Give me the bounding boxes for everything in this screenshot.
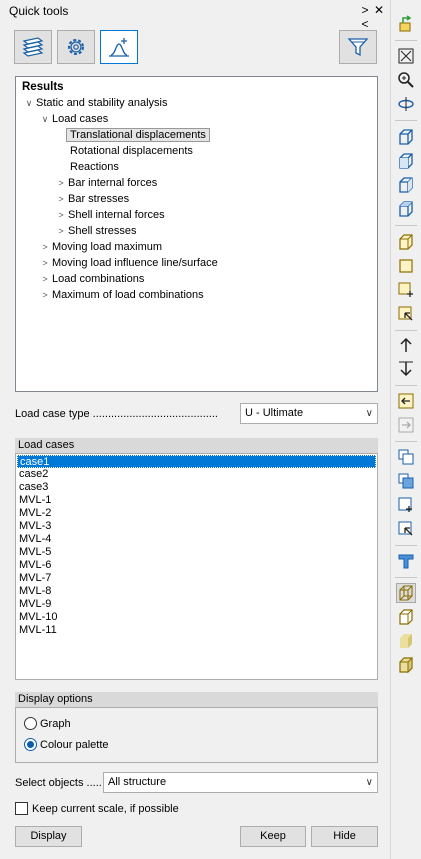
- load-case-type-label: Load case type .........................…: [15, 408, 218, 420]
- list-item[interactable]: MVL-7: [17, 572, 376, 585]
- view-3d-icon[interactable]: [396, 127, 416, 147]
- chevron-right-icon[interactable]: >: [38, 239, 52, 255]
- copy-icon[interactable]: [396, 447, 416, 467]
- results-graph-button[interactable]: [100, 30, 138, 64]
- list-item[interactable]: MVL-2: [17, 507, 376, 520]
- layers-button[interactable]: [14, 30, 52, 64]
- chevron-right-icon[interactable]: >: [38, 255, 52, 271]
- tree-node-max-load-combinations[interactable]: > Maximum of load combinations: [38, 287, 203, 303]
- chevron-down-icon[interactable]: ∨: [38, 111, 52, 127]
- tree-node-load-cases[interactable]: ∨ Load cases: [38, 111, 109, 127]
- arrow-down-icon[interactable]: [396, 359, 416, 379]
- tree-item-translational[interactable]: Translational displacements: [66, 127, 210, 143]
- previous-icon[interactable]: [396, 391, 416, 411]
- section-icon[interactable]: [396, 551, 416, 571]
- list-item[interactable]: case1: [17, 455, 376, 468]
- select-window-icon[interactable]: [396, 519, 416, 539]
- display-options-header: Display options: [15, 692, 378, 707]
- title-controls: >< ✕: [360, 3, 384, 31]
- fit-view-icon[interactable]: [396, 46, 416, 66]
- quick-tools-panel: Quick tools >< ✕ Results ∨ Static and st…: [0, 0, 390, 859]
- graph-radio[interactable]: Graph: [24, 717, 71, 730]
- list-item[interactable]: MVL-3: [17, 520, 376, 533]
- chevron-right-icon[interactable]: >: [54, 191, 68, 207]
- chevron-right-icon[interactable]: >: [54, 175, 68, 191]
- filter-button[interactable]: [339, 30, 377, 64]
- tree-node-bar-internal-forces[interactable]: > Bar internal forces: [54, 175, 157, 191]
- tree-root-results[interactable]: Results: [22, 79, 64, 95]
- chevron-right-icon[interactable]: >: [38, 271, 52, 287]
- keep-button[interactable]: Keep: [240, 826, 306, 847]
- tree-node-bar-stresses[interactable]: > Bar stresses: [54, 191, 129, 207]
- list-item[interactable]: MVL-8: [17, 585, 376, 598]
- zoom-icon[interactable]: [396, 70, 416, 90]
- layers-icon: [22, 37, 44, 57]
- tree-item-rotational[interactable]: Rotational displacements: [70, 143, 193, 159]
- view-xy-icon[interactable]: [396, 199, 416, 219]
- cube-yellow-icon[interactable]: [396, 232, 416, 252]
- export-icon[interactable]: [396, 14, 416, 34]
- copy-filled-icon[interactable]: [396, 471, 416, 491]
- list-item[interactable]: MVL-4: [17, 533, 376, 546]
- list-item[interactable]: MVL-5: [17, 546, 376, 559]
- chevron-down-icon: ∨: [365, 777, 373, 788]
- settings-button[interactable]: [57, 30, 95, 64]
- right-toolbar: [390, 0, 421, 859]
- tree-node-moving-load-max[interactable]: > Moving load maximum: [38, 239, 162, 255]
- dock-toggle-icon[interactable]: ><: [360, 3, 370, 31]
- wireframe-icon[interactable]: [396, 583, 416, 603]
- display-options-group: Graph Colour palette: [15, 707, 378, 763]
- tree-node-load-combinations[interactable]: > Load combinations: [38, 271, 144, 287]
- list-item[interactable]: case3: [17, 481, 376, 494]
- square-yellow-icon[interactable]: [396, 256, 416, 276]
- select-frame-icon[interactable]: [396, 304, 416, 324]
- list-item[interactable]: case2: [17, 468, 376, 481]
- load-cases-list[interactable]: case1 case2 case3 MVL-1 MVL-2 MVL-3 MVL-…: [15, 453, 378, 680]
- panel-title: Quick tools: [9, 4, 69, 18]
- list-item[interactable]: MVL-1: [17, 494, 376, 507]
- chevron-down-icon: ∨: [365, 408, 373, 419]
- view-yz-icon[interactable]: [396, 175, 416, 195]
- checkbox-box: [15, 802, 28, 815]
- chevron-right-icon[interactable]: >: [54, 207, 68, 223]
- radio-indicator: [24, 738, 37, 751]
- add-frame-icon[interactable]: [396, 280, 416, 300]
- shaded-edges-icon[interactable]: [396, 655, 416, 675]
- chevron-down-icon[interactable]: ∨: [22, 95, 36, 111]
- list-item[interactable]: MVL-9: [17, 598, 376, 611]
- gear-icon: [68, 39, 84, 55]
- rotate-view-icon[interactable]: [396, 94, 416, 114]
- results-tree[interactable]: Results ∨ Static and stability analysis ∨…: [15, 76, 378, 392]
- radio-indicator: [24, 717, 37, 730]
- title-bar: Quick tools >< ✕: [0, 0, 390, 31]
- list-item[interactable]: MVL-11: [17, 624, 376, 637]
- select-objects-label: Select objects .....: [15, 777, 102, 789]
- tree-node-shell-stresses[interactable]: > Shell stresses: [54, 223, 136, 239]
- hide-button[interactable]: Hide: [311, 826, 378, 847]
- graph-add-icon: [109, 38, 129, 57]
- add-window-icon[interactable]: [396, 495, 416, 515]
- colour-palette-radio[interactable]: Colour palette: [24, 738, 109, 751]
- close-icon[interactable]: ✕: [374, 3, 384, 31]
- chevron-right-icon[interactable]: >: [38, 287, 52, 303]
- display-button[interactable]: Display: [15, 826, 82, 847]
- arrow-up-icon[interactable]: [396, 335, 416, 355]
- tree-node-shell-internal-forces[interactable]: > Shell internal forces: [54, 207, 164, 223]
- tree-node-static-analysis[interactable]: ∨ Static and stability analysis: [22, 95, 168, 111]
- list-item[interactable]: MVL-6: [17, 559, 376, 572]
- shaded-icon[interactable]: [396, 631, 416, 651]
- load-cases-header: Load cases: [15, 438, 378, 453]
- filter-icon: [347, 38, 369, 57]
- quick-tools-toolbar: [14, 30, 379, 66]
- load-case-type-select[interactable]: U - Ultimate ∨: [240, 403, 378, 424]
- keep-scale-checkbox[interactable]: Keep current scale, if possible: [15, 802, 179, 815]
- select-objects-select[interactable]: All structure ∨: [103, 772, 378, 793]
- hidden-line-icon[interactable]: [396, 607, 416, 627]
- tree-node-influence-line[interactable]: > Moving load influence line/surface: [38, 255, 217, 271]
- chevron-right-icon[interactable]: >: [54, 223, 68, 239]
- view-xz-icon[interactable]: [396, 151, 416, 171]
- next-icon[interactable]: [396, 415, 416, 435]
- list-item[interactable]: MVL-10: [17, 611, 376, 624]
- tree-item-reactions[interactable]: Reactions: [70, 159, 119, 175]
